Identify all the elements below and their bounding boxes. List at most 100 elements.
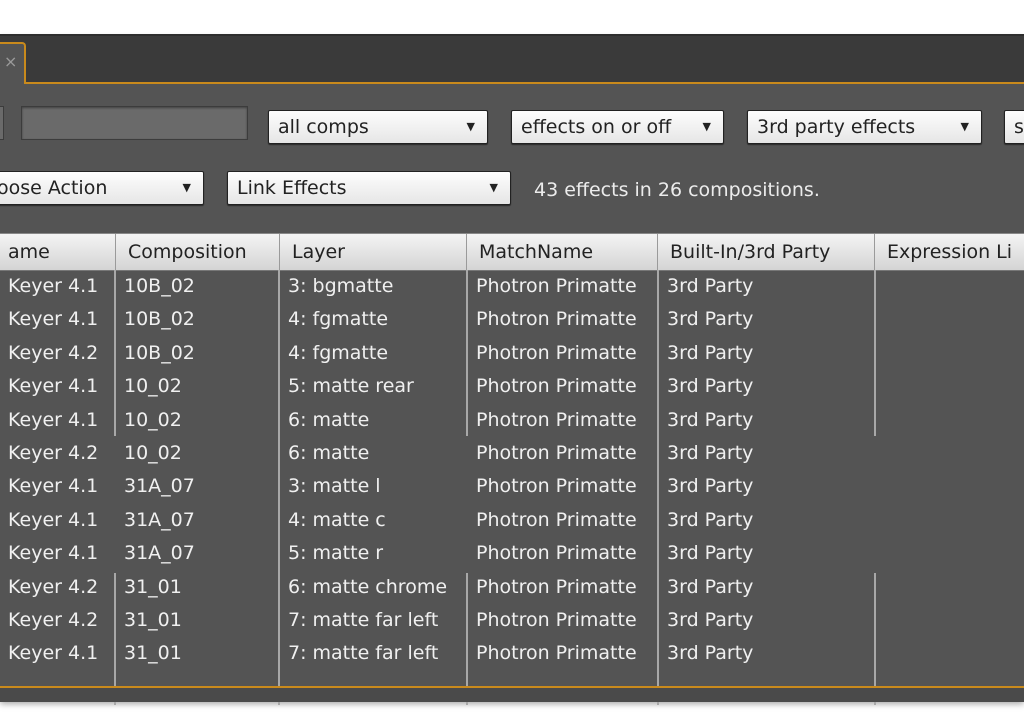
cell-expression <box>876 370 1024 403</box>
cell-type: 3rd Party <box>667 375 754 398</box>
cell-composition: 10_02 <box>124 375 182 398</box>
cell-composition: 10_02 <box>124 442 182 464</box>
partial-left-button[interactable] <box>0 106 4 140</box>
chevron-down-icon: ▼ <box>489 181 498 194</box>
cell-composition: 31_01 <box>124 642 182 665</box>
table-row[interactable]: Keyer 4.1 10_02 5: matte rear Photron Prima… <box>0 370 1024 403</box>
cell-type: 3rd Party <box>667 642 754 665</box>
column-header-type[interactable]: Built-In/3rd Party <box>658 234 875 270</box>
column-header-name[interactable]: ame <box>0 234 116 270</box>
cell-type: 3rd Party <box>667 308 754 331</box>
cell-expression <box>876 470 1024 503</box>
cell-layer: 5: matte rear <box>288 375 414 398</box>
cell-composition: 31A_07 <box>124 508 195 531</box>
cell-expression <box>876 571 1024 604</box>
cell-name: Keyer 4.2 <box>8 341 99 364</box>
cell-matchname: Photron Primatte <box>476 508 637 531</box>
cell-type: 3rd Party <box>667 575 754 598</box>
cell-name: Keyer 4.1 <box>8 375 99 398</box>
cell-expression <box>876 337 1024 370</box>
cell-layer: 4: fgmatte <box>288 341 389 364</box>
table-row[interactable]: Keyer 4.1 31A_07 3: matte l Photron Primatt… <box>0 470 1024 503</box>
cell-layer: 7: matte far left <box>288 642 439 665</box>
cell-matchname: Photron Primatte <box>476 542 637 565</box>
action-label: oose Action <box>0 177 108 199</box>
table-row[interactable]: Keyer 4.1 31A_07 5: matte r Photron Primatt… <box>0 537 1024 570</box>
cell-composition: 10B_02 <box>124 275 195 297</box>
cell-expression <box>876 637 1024 670</box>
cell-matchname: Photron Primatte <box>476 442 637 464</box>
cell-composition: 31A_07 <box>124 542 195 565</box>
close-icon[interactable]: × <box>4 52 17 71</box>
action-dropdown[interactable]: oose Action ▼ <box>0 171 204 205</box>
effects-panel: × all comps ▼ effects on or off ▼ 3rd pa… <box>0 34 1024 705</box>
column-header-expression[interactable]: Expression Li <box>875 234 1024 270</box>
cell-matchname: Photron Primatte <box>476 308 637 331</box>
column-header-layer[interactable]: Layer <box>280 234 467 270</box>
cell-composition: 10_02 <box>124 408 182 431</box>
effects-type-dropdown[interactable]: 3rd party effects ▼ <box>747 110 982 144</box>
table-row[interactable]: Keyer 4.2 31_01 7: matte far left Photron P… <box>0 604 1024 637</box>
table-row[interactable]: Keyer 4.1 31_01 7: matte far left Photron P… <box>0 637 1024 670</box>
cell-expression <box>876 504 1024 537</box>
column-header-matchname[interactable]: MatchName <box>467 234 658 270</box>
table-row[interactable]: Keyer 4.1 31A_07 4: matte c Photron Primatt… <box>0 504 1024 537</box>
cell-name: Keyer 4.2 <box>8 575 99 598</box>
status-text: 43 effects in 26 compositions. <box>534 179 820 201</box>
cell-matchname: Photron Primatte <box>476 341 637 364</box>
cell-name: Keyer 4.1 <box>8 308 99 331</box>
cell-type: 3rd Party <box>667 442 754 464</box>
partial-right-dropdown[interactable]: s <box>1004 110 1024 144</box>
cell-expression <box>876 404 1024 437</box>
cell-composition: 31_01 <box>124 575 182 598</box>
panel-tab[interactable]: × <box>0 42 26 84</box>
table-row[interactable]: Keyer 4.1 10B_02 4: fgmatte Photron Primatt… <box>0 303 1024 336</box>
cell-type: 3rd Party <box>667 508 754 531</box>
cell-name: Keyer 4.1 <box>8 542 99 565</box>
table-row[interactable]: Keyer 4.2 31_01 6: matte chrome Photron Pri… <box>0 571 1024 604</box>
cell-type: 3rd Party <box>667 408 754 431</box>
cell-expression <box>876 604 1024 637</box>
chevron-down-icon: ▼ <box>182 181 191 194</box>
cell-composition: 10B_02 <box>124 341 195 364</box>
cell-layer: 6: matte <box>288 442 370 464</box>
table-row[interactable]: Keyer 4.1 10B_02 3: bgmatte Photron Primatt… <box>0 270 1024 303</box>
effects-state-label: effects on or off <box>521 116 672 138</box>
table-row[interactable]: Keyer 4.2 10B_02 4: fgmatte Photron Primatt… <box>0 337 1024 370</box>
table-row[interactable]: Keyer 4.1 10_02 6: matte Photron Primatte 3r… <box>0 404 1024 437</box>
cell-name: Keyer 4.1 <box>8 275 99 297</box>
comp-filter-label: all comps <box>278 116 369 138</box>
link-effects-label: Link Effects <box>237 177 347 199</box>
cell-type: 3rd Party <box>667 341 754 364</box>
cell-composition: 31A_07 <box>124 475 195 498</box>
cell-matchname: Photron Primatte <box>476 375 637 398</box>
table-row[interactable]: Keyer 4.2 10_02 6: matte Photron Primatte 3r… <box>0 437 1024 470</box>
cell-name: Keyer 4.1 <box>8 508 99 531</box>
cell-layer: 3: matte l <box>288 475 381 498</box>
chevron-down-icon: ▼ <box>960 120 969 133</box>
effects-state-dropdown[interactable]: effects on or off ▼ <box>511 110 724 144</box>
panel-bottom-bar <box>0 686 1024 702</box>
table-header: ame Composition Layer MatchName Built-In… <box>0 233 1024 271</box>
cell-layer: 4: fgmatte <box>288 308 389 331</box>
cell-expression <box>876 437 1024 470</box>
cell-matchname: Photron Primatte <box>476 408 637 431</box>
cell-name: Keyer 4.2 <box>8 442 99 464</box>
cell-composition: 10B_02 <box>124 308 195 331</box>
partial-right-label: s <box>1014 116 1024 138</box>
cell-layer: 4: matte c <box>288 508 386 531</box>
cell-type: 3rd Party <box>667 542 754 565</box>
cell-name: Keyer 4.1 <box>8 475 99 498</box>
comp-filter-dropdown[interactable]: all comps ▼ <box>268 110 488 144</box>
search-input[interactable] <box>21 106 248 140</box>
panel-tab-bar: × <box>0 36 1024 84</box>
cell-layer: 6: matte chrome <box>288 575 448 598</box>
cell-type: 3rd Party <box>667 609 754 631</box>
cell-name: Keyer 4.1 <box>8 408 99 431</box>
cell-layer: 3: bgmatte <box>288 275 394 297</box>
column-header-composition[interactable]: Composition <box>116 234 280 270</box>
cell-expression <box>876 303 1024 336</box>
cell-type: 3rd Party <box>667 275 754 297</box>
link-effects-dropdown[interactable]: Link Effects ▼ <box>227 171 511 205</box>
cell-matchname: Photron Primatte <box>476 609 637 631</box>
